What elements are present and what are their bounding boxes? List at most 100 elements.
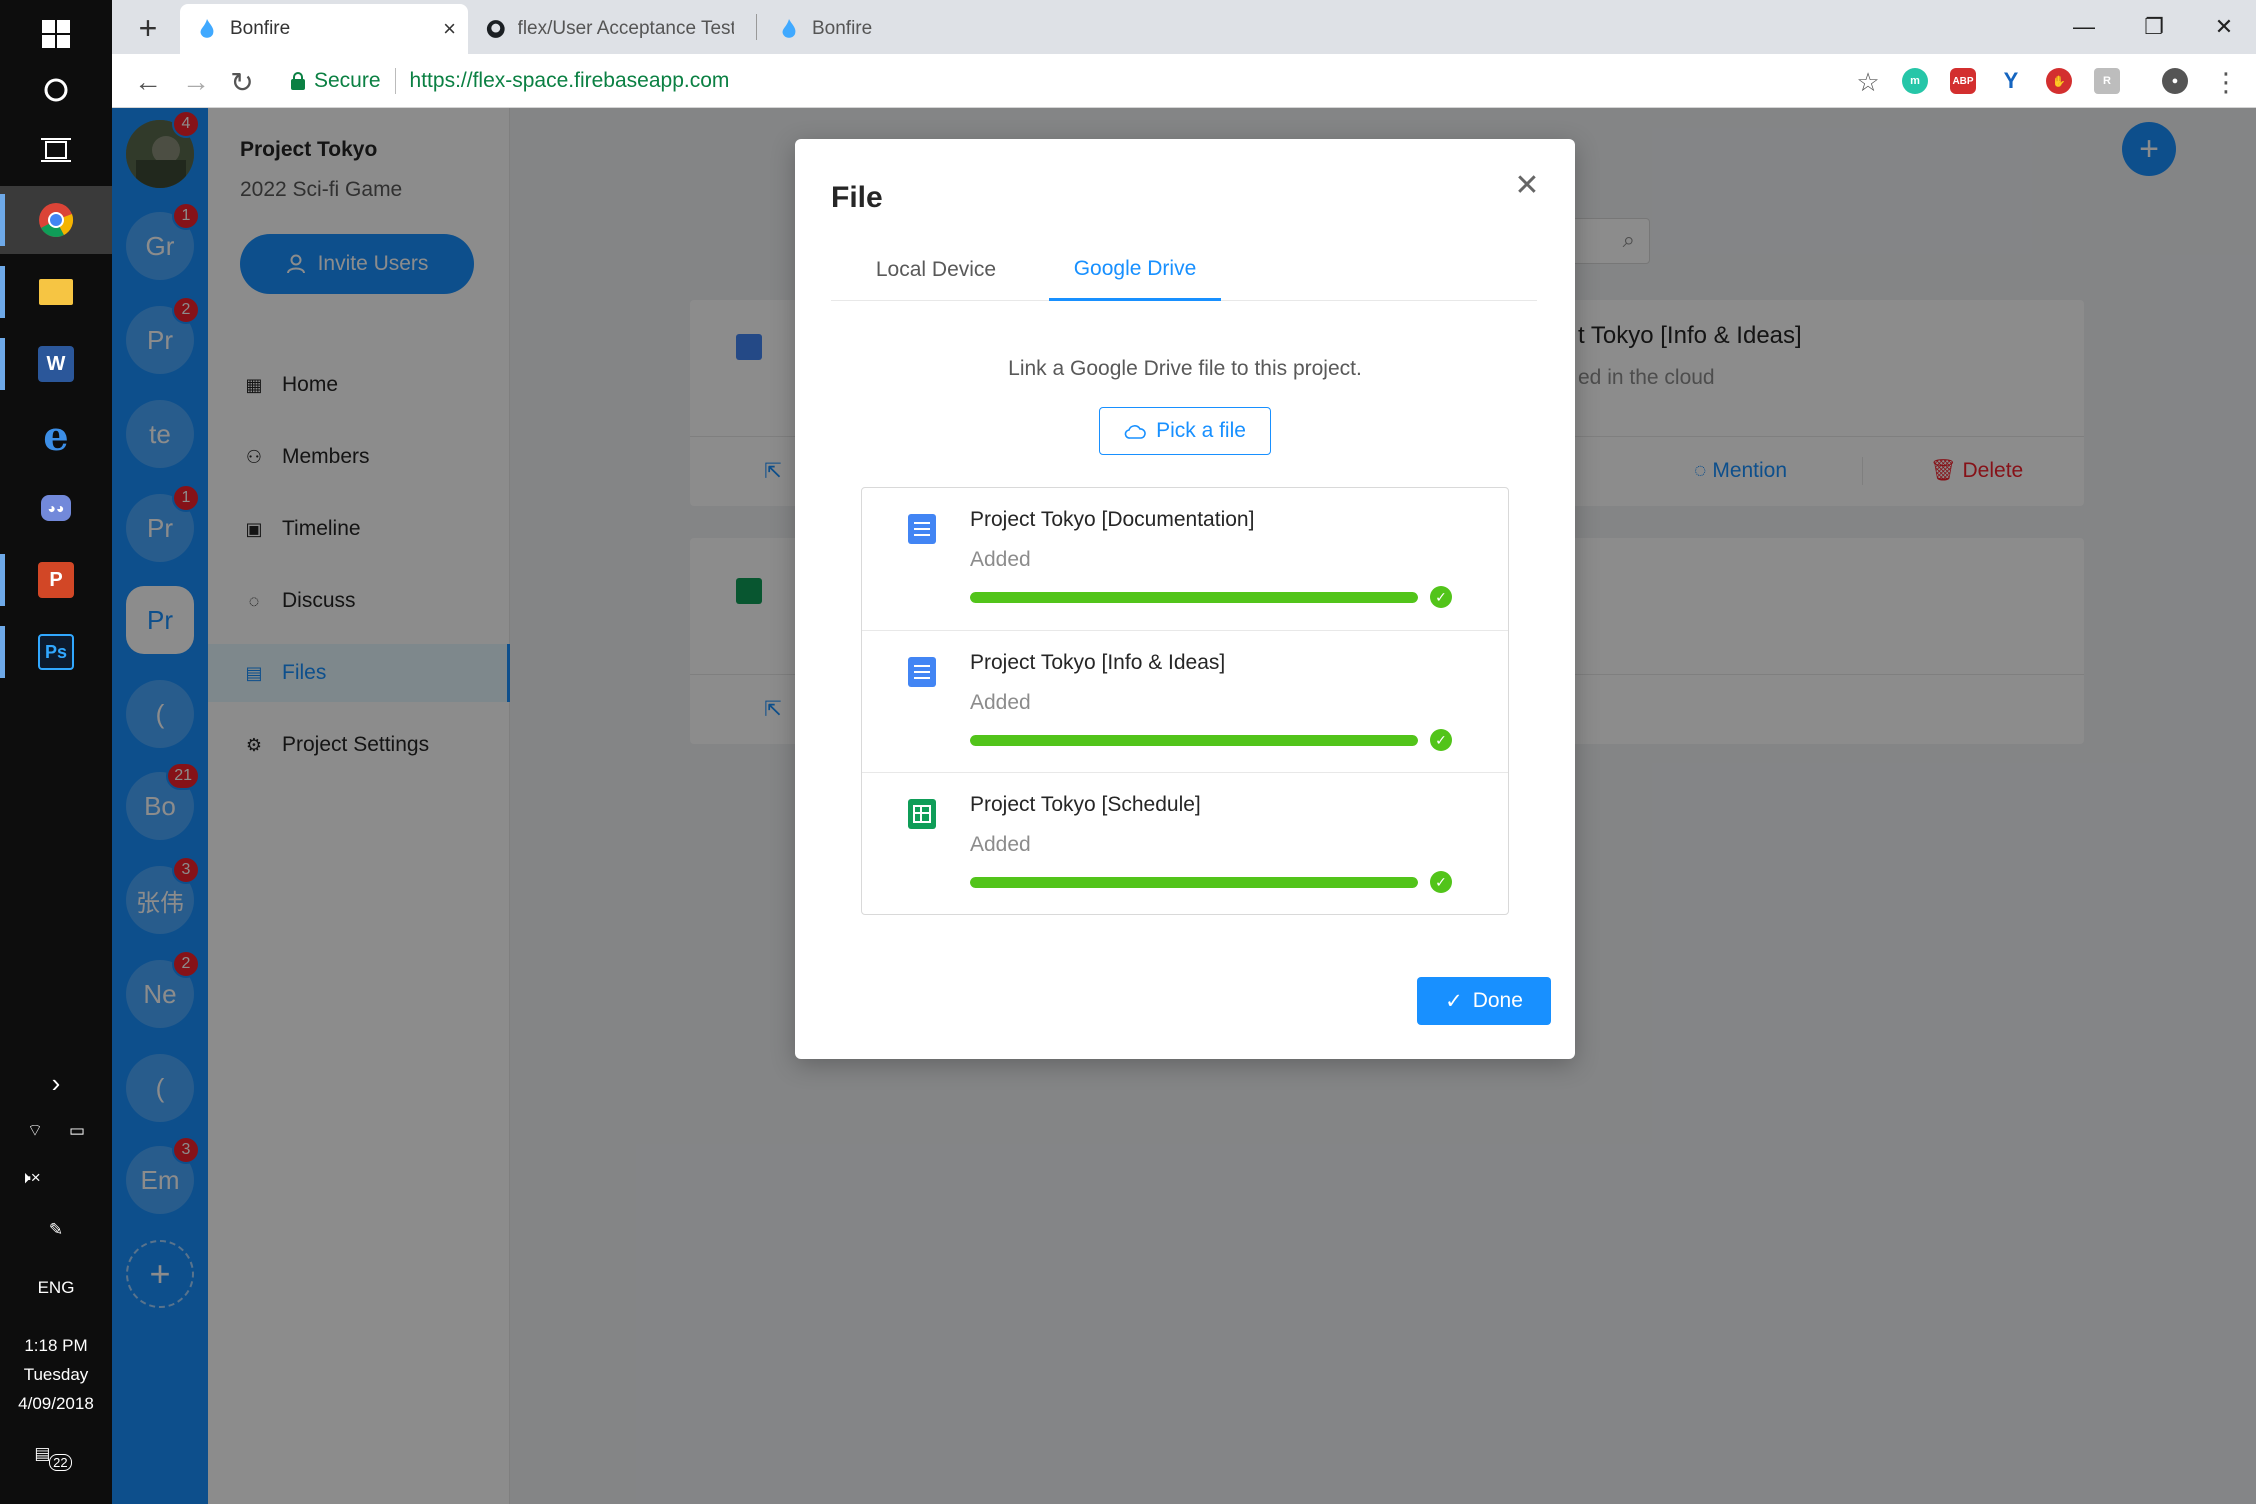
browser-tab-github[interactable]: flex/User Acceptance Testing — [470, 4, 750, 54]
close-icon: ✕ — [1514, 168, 1540, 202]
battery-icon[interactable]: ▭ — [69, 1121, 85, 1140]
stop-icon[interactable]: ✋ — [2046, 68, 2072, 94]
discord-taskbar-button[interactable]: ◕◕ — [0, 474, 112, 542]
linked-files-list: Project Tokyo [Documentation] Added ✓ Pr… — [861, 487, 1509, 915]
google-docs-icon — [908, 657, 936, 687]
edge-icon: e — [43, 412, 69, 460]
new-tab-button[interactable]: + — [128, 8, 168, 48]
arrow-right-icon: → — [182, 66, 210, 97]
check-circle-icon: ✓ — [1430, 871, 1452, 893]
done-label: Done — [1472, 989, 1523, 1012]
tab-title: flex/User Acceptance Testing — [517, 18, 734, 39]
clock-day[interactable]: Tuesday — [0, 1365, 112, 1385]
pick-file-button[interactable]: Pick a file — [1099, 407, 1271, 455]
progress-fill — [970, 735, 1418, 746]
notification-icon: ▤ — [34, 1444, 51, 1463]
y-icon[interactable]: Y — [1998, 68, 2024, 94]
tab-local-device[interactable]: Local Device — [831, 239, 1041, 301]
bookmark-star-icon[interactable]: ☆ — [1848, 62, 1888, 102]
tab-label: Local Device — [875, 258, 997, 281]
tab-title: Bonfire — [812, 18, 873, 39]
language-indicator[interactable]: ENG — [0, 1278, 112, 1298]
file-status: Added — [970, 833, 1031, 856]
browser-tab-bonfire-active[interactable]: Bonfire × — [180, 4, 468, 54]
wifi-icon[interactable]: ⌔ — [27, 1120, 43, 1141]
forward-button[interactable]: → — [176, 62, 216, 102]
progress-fill — [970, 592, 1418, 603]
photoshop-icon: Ps — [38, 634, 74, 670]
browser-menu-icon[interactable]: ⋮ — [2206, 62, 2246, 102]
lock-icon — [291, 72, 305, 90]
chrome-taskbar-button[interactable] — [0, 186, 112, 254]
folder-icon — [39, 279, 73, 305]
browser-toolbar: ← → ↻ Secure https://flex-space.firebase… — [112, 54, 2256, 108]
done-button[interactable]: ✓ Done — [1417, 977, 1551, 1025]
task-view-icon — [41, 138, 71, 162]
close-tab-icon[interactable]: × — [443, 16, 456, 42]
explorer-taskbar-button[interactable] — [0, 258, 112, 326]
file-name: Project Tokyo [Documentation] — [970, 508, 1255, 531]
modal-title: File — [831, 181, 883, 214]
file-status: Added — [970, 548, 1031, 571]
abp-icon[interactable]: ABP — [1950, 68, 1976, 94]
list-item: Project Tokyo [Info & Ideas] Added ✓ — [862, 630, 1508, 772]
word-icon: W — [38, 346, 74, 382]
check-circle-icon: ✓ — [1430, 729, 1452, 751]
github-favicon-icon — [486, 20, 505, 38]
tab-label: Google Drive — [1073, 256, 1197, 280]
profile-avatar-icon[interactable]: ● — [2162, 68, 2188, 94]
list-item: Project Tokyo [Documentation] Added ✓ — [862, 488, 1508, 630]
photoshop-taskbar-button[interactable]: Ps — [0, 618, 112, 686]
google-sheets-icon — [908, 799, 936, 829]
source-tabs: Local Device Google Drive — [831, 239, 1537, 301]
upload-progress-bar — [970, 877, 1418, 888]
clock-time[interactable]: 1:18 PM — [0, 1336, 112, 1356]
chrome-icon — [39, 203, 74, 237]
file-name: Project Tokyo [Info & Ideas] — [970, 651, 1226, 674]
cortana-button[interactable] — [0, 56, 112, 124]
close-modal-button[interactable]: ✕ — [1507, 165, 1547, 205]
check-circle-icon: ✓ — [1430, 586, 1452, 608]
edge-taskbar-button[interactable]: e — [0, 402, 112, 470]
tab-separator — [756, 14, 757, 40]
powerpoint-taskbar-button[interactable]: P — [0, 546, 112, 614]
secure-label: Secure — [314, 69, 381, 92]
omnibox-separator — [394, 68, 396, 94]
google-drive-hint: Link a Google Drive file to this project… — [1008, 357, 1362, 380]
tab-title: Bonfire — [230, 18, 291, 39]
upload-progress-bar — [970, 735, 1418, 746]
word-taskbar-button[interactable]: W — [0, 330, 112, 398]
file-modal: File ✕ Local Device Google Drive Link a … — [795, 139, 1575, 1059]
reload-button[interactable]: ↻ — [222, 62, 262, 102]
cortana-icon — [44, 78, 68, 102]
arrow-left-icon: ← — [134, 66, 162, 97]
minimize-button[interactable]: — — [2056, 8, 2112, 46]
tray-expand-chevron-icon[interactable]: › — [0, 1068, 112, 1099]
reload-icon: ↻ — [230, 66, 254, 98]
powerpoint-icon: P — [38, 562, 74, 598]
tab-google-drive[interactable]: Google Drive — [1049, 239, 1221, 301]
restore-button[interactable]: ❐ — [2126, 8, 2182, 46]
url-text[interactable]: https://flex-space.firebaseapp.com — [410, 69, 730, 93]
notification-count: 22 — [49, 1454, 72, 1471]
list-item: Project Tokyo [Schedule] Added ✓ — [862, 772, 1508, 914]
discord-icon: ◕◕ — [41, 495, 71, 521]
volume-muted-icon[interactable]: 🕨× — [0, 1168, 112, 1188]
check-icon: ✓ — [1445, 989, 1463, 1013]
google-docs-icon — [908, 514, 936, 544]
address-bar[interactable]: Secure https://flex-space.firebaseapp.co… — [272, 60, 1902, 102]
file-name: Project Tokyo [Schedule] — [970, 793, 1201, 816]
progress-fill — [970, 877, 1418, 888]
browser-tab-strip: + Bonfire × flex/User Acceptance Testing… — [112, 0, 2256, 54]
ext-gray-icon[interactable]: R — [2094, 68, 2120, 94]
close-window-button[interactable]: ✕ — [2196, 8, 2252, 46]
browser-tab-bonfire[interactable]: Bonfire — [762, 4, 962, 54]
m-icon[interactable]: m — [1902, 68, 1928, 94]
task-view-button[interactable] — [0, 116, 112, 184]
action-center-button[interactable]: ▤ 22 — [0, 1444, 112, 1471]
clock-date[interactable]: 4/09/2018 — [0, 1394, 112, 1414]
pen-icon[interactable]: ✎ — [0, 1220, 112, 1240]
back-button[interactable]: ← — [128, 62, 168, 102]
bonfire-favicon-icon — [782, 19, 796, 38]
bonfire-favicon-icon — [200, 19, 214, 38]
